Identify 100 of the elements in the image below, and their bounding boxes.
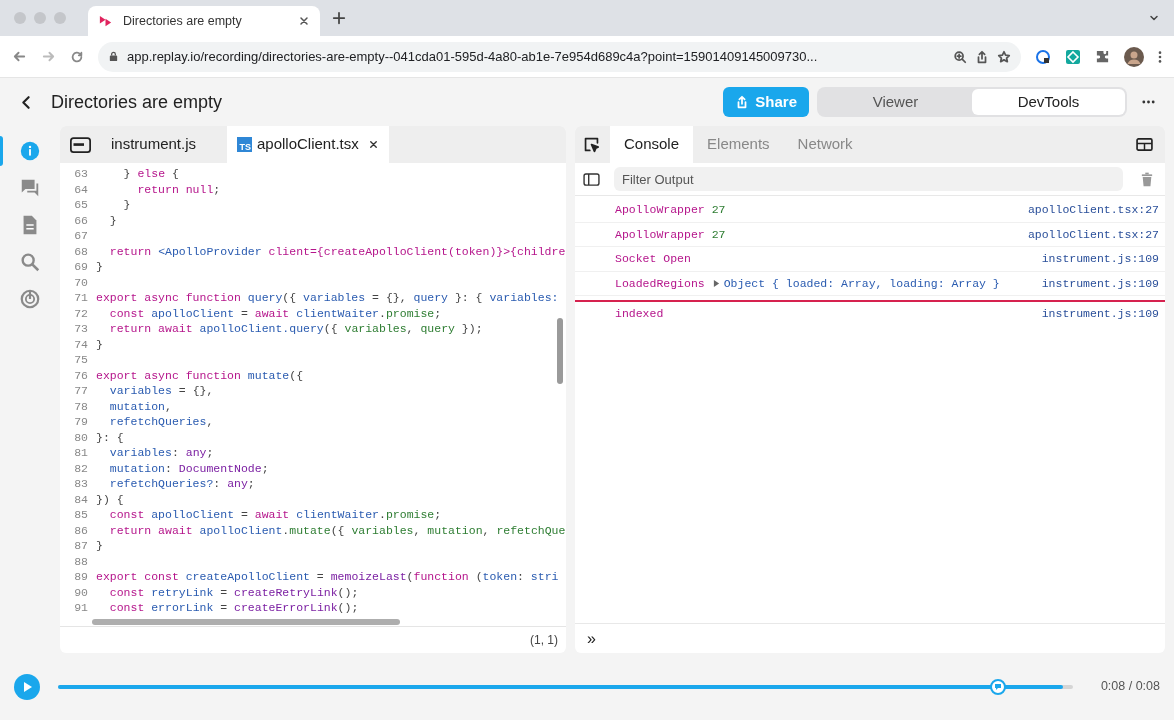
play-button[interactable]	[14, 673, 40, 700]
view-mode-tab[interactable]: DevTools	[972, 89, 1125, 115]
close-icon[interactable]	[367, 139, 379, 150]
code-line: export async function mutate({	[96, 367, 304, 384]
line-number: 70	[73, 274, 89, 291]
new-tab-icon[interactable]	[332, 11, 346, 25]
code-line: const retryLink = createRetryLink();	[108, 584, 359, 601]
code-line: }	[108, 212, 117, 229]
line-number: 64	[73, 181, 89, 198]
line-number: 81	[73, 445, 89, 462]
view-toggle[interactable]: Viewer DevTools	[817, 87, 1127, 117]
line-number: 75	[73, 352, 89, 369]
code-line: } else {	[122, 166, 179, 183]
view-mode-tab[interactable]: Viewer	[819, 89, 972, 115]
line-number: 89	[73, 569, 89, 586]
tab-label: instrument.js	[111, 134, 197, 155]
line-number: 74	[73, 336, 89, 353]
line-number: 85	[73, 507, 89, 524]
search-icon[interactable]	[19, 251, 41, 273]
line-number: 77	[73, 383, 89, 400]
share-icon[interactable]	[975, 49, 989, 64]
log-text: ApolloWrapper	[615, 202, 705, 219]
line-number: 73	[73, 321, 89, 338]
line-number: 82	[73, 460, 89, 477]
trash-icon[interactable]	[1141, 171, 1153, 187]
code-line: export async function query({ variables = {}, query }: { variables:	[96, 290, 559, 307]
close-icon[interactable]	[298, 15, 310, 27]
typescript-badge: TS	[237, 137, 252, 152]
sidebar-toggle-icon[interactable]	[583, 172, 600, 186]
zoom-icon[interactable]	[953, 49, 967, 64]
code-line: }: {	[96, 429, 124, 446]
menu-icon[interactable]	[1158, 49, 1162, 64]
code-line: const apolloClient = await clientWaiter.promise;	[108, 507, 442, 524]
star-icon[interactable]	[997, 49, 1011, 64]
code-line: variables = {},	[108, 383, 214, 400]
element-picker-icon[interactable]	[583, 136, 600, 153]
filter-field[interactable]: Filter Output	[614, 167, 1123, 191]
source-link[interactable]: instrument.js:109	[1041, 250, 1159, 268]
address-bar[interactable]: app.replay.io/recording/directories-are-empty--041cda01-595d-4a80-ab1e-7e954d689c4a?point=15901409145009730...	[98, 41, 1021, 72]
puzzle-icon[interactable]	[1095, 49, 1110, 64]
play-logo-icon	[98, 13, 113, 29]
tab-title: Directories are empty	[123, 12, 243, 30]
page-title: Directories are empty	[51, 90, 224, 114]
vertical-scrollbar[interactable]	[557, 318, 563, 384]
comment-marker-icon[interactable]	[989, 678, 1006, 695]
line-number: 63	[73, 166, 89, 183]
log-text: Socket Open	[615, 251, 691, 268]
reload-icon[interactable]	[70, 49, 84, 64]
line-number: 78	[73, 398, 89, 415]
layout-icon[interactable]	[1136, 138, 1153, 151]
line-number: 67	[73, 228, 89, 245]
code-line: mutation,	[108, 398, 172, 415]
log-text: Object { loaded: Array, loading: Array }	[723, 275, 1000, 292]
log-text: LoadedRegions	[615, 275, 705, 292]
extension-icon[interactable]	[1035, 48, 1051, 65]
code-line: }) {	[96, 491, 124, 508]
code-line: return null;	[136, 181, 221, 198]
line-number: 90	[73, 584, 89, 601]
code-line: }	[122, 197, 131, 214]
code-line: refetchQueries,	[108, 414, 214, 431]
timeline-track[interactable]	[58, 678, 1073, 695]
expand-triangle-icon[interactable]	[712, 278, 720, 288]
line-number: 65	[73, 197, 89, 214]
line-number: 80	[73, 429, 89, 446]
panel-toggle-icon[interactable]	[70, 136, 91, 153]
source-link[interactable]: apolloClient.tsx:27	[1027, 201, 1159, 219]
code-line: return <ApolloProvider client={createApolloClient(token)}>{childre	[108, 243, 566, 260]
source-link[interactable]: apolloClient.tsx:27	[1027, 225, 1159, 243]
code-line: return await apolloClient.query({ variables, query });	[108, 321, 483, 338]
line-number: 91	[73, 600, 89, 617]
code-line: }	[96, 538, 103, 555]
source-link[interactable]: instrument.js:109	[1041, 304, 1159, 322]
code-line: }	[96, 336, 103, 353]
line-number: 71	[73, 290, 89, 307]
log-text: 27	[711, 226, 726, 243]
avatar-icon[interactable]	[1124, 46, 1144, 67]
source-link[interactable]: instrument.js:109	[1041, 274, 1159, 292]
code-line: refetchQueries?: any;	[108, 476, 255, 493]
code-line: }	[96, 259, 103, 276]
file-tab[interactable]: TS apolloClient.tsx	[227, 126, 389, 163]
browser-tab[interactable]: Directories are empty	[88, 6, 320, 36]
line-number: 84	[73, 491, 89, 508]
panel-tab[interactable]: Console	[610, 126, 694, 163]
code-line: const errorLink = createErrorLink();	[108, 600, 359, 617]
more-icon[interactable]	[1141, 100, 1156, 104]
line-number: 69	[73, 259, 89, 276]
line-number: 76	[73, 367, 89, 384]
log-text: 27	[711, 202, 726, 219]
line-number: 86	[73, 522, 89, 539]
code-line: mutation: DocumentNode;	[108, 460, 269, 477]
code-line: const apolloClient = await clientWaiter.promise;	[108, 305, 442, 322]
url-text: app.replay.io/recording/directories-are-empty--041cda01-595d-4a80-ab1e-7e954d689c4a?point=15901409145009730...	[127, 47, 819, 66]
code-line: variables: any;	[108, 445, 214, 462]
code-line: export const createApolloClient = memoizeLast(function (token: stri	[96, 569, 559, 586]
circle-target-icon[interactable]	[19, 288, 41, 310]
console-prompt: »	[587, 628, 596, 649]
log-text: ApolloWrapper	[615, 226, 705, 243]
horizontal-scrollbar[interactable]	[92, 619, 400, 625]
line-number: 72	[73, 305, 89, 322]
cursor-position: (1, 1)	[530, 632, 558, 649]
